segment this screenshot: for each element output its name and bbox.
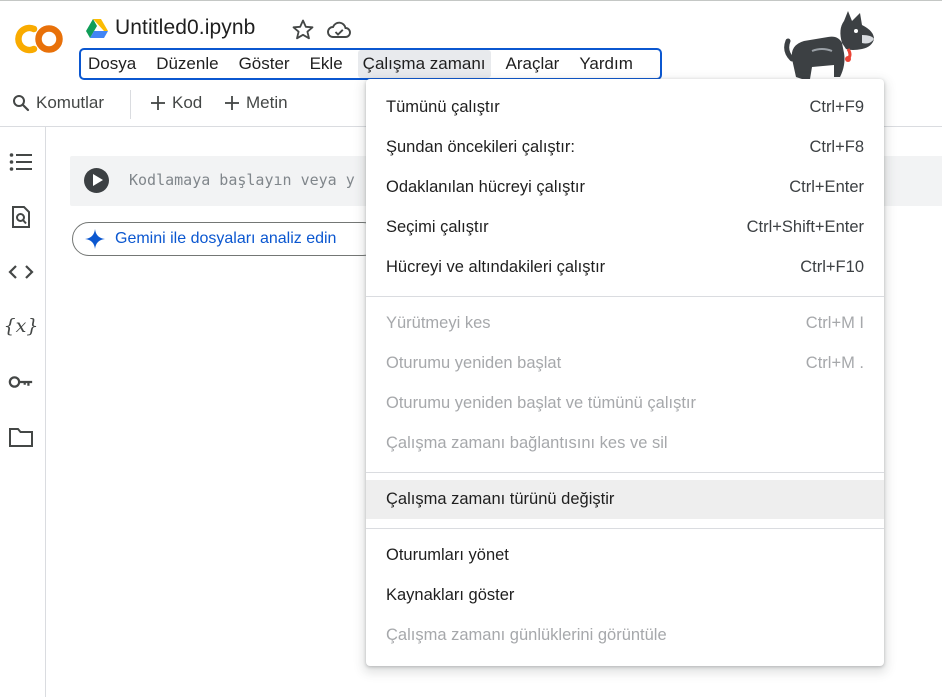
list-icon: [9, 153, 32, 171]
gemini-sparkle-icon: [85, 229, 105, 249]
menu-item-label: Seçimi çalıştır: [386, 218, 489, 236]
gemini-chip-label: Gemini ile dosyaları analiz edin: [115, 230, 337, 247]
menu-item-shortcut: Ctrl+Enter: [789, 178, 864, 196]
key-icon: [8, 376, 33, 388]
add-text-button[interactable]: Metin: [224, 93, 288, 113]
menu-item-view-runtime-logs: Çalışma zamanı günlüklerini görüntüle: [366, 619, 884, 652]
menu-item-label: Çalışma zamanı günlüklerini görüntüle: [386, 626, 667, 644]
menu-tools[interactable]: Araçlar: [501, 50, 565, 78]
colab-logo-icon[interactable]: [12, 21, 66, 57]
menu-item-disconnect-delete: Çalışma zamanı bağlantısını kes ve sil: [366, 427, 884, 460]
menu-item-change-runtime-type[interactable]: Çalışma zamanı türünü değiştir: [366, 480, 884, 519]
menu-item-run-before[interactable]: Şundan öncekileri çalıştır: Ctrl+F8: [366, 131, 884, 164]
app-header: Untitled0.ipynb Dosya Düzenle Göster Ekl…: [0, 0, 942, 82]
cell-editor-placeholder[interactable]: Kodlamaya başlayın veya y: [129, 171, 355, 189]
menu-runtime[interactable]: Çalışma zamanı: [357, 50, 491, 78]
menu-item-view-resources[interactable]: Kaynakları göster: [366, 579, 884, 612]
menu-item-label: Kaynakları göster: [386, 586, 515, 604]
side-rail: {x}: [0, 127, 46, 697]
files-button[interactable]: [8, 424, 34, 450]
menu-item-label: Çalışma zamanı bağlantısını kes ve sil: [386, 434, 668, 452]
toolbar-divider: [130, 90, 131, 119]
menu-edit[interactable]: Düzenle: [151, 50, 223, 78]
menu-item-run-focused-cell[interactable]: Odaklanılan hücreyi çalıştır Ctrl+Enter: [366, 171, 884, 204]
menu-item-restart-session: Oturumu yeniden başlat Ctrl+M .: [366, 347, 884, 380]
add-code-button[interactable]: Kod: [150, 93, 202, 113]
variables-button[interactable]: {x}: [4, 313, 39, 339]
search-doc-icon: [12, 206, 30, 228]
menu-help[interactable]: Yardım: [574, 50, 638, 78]
add-text-label: Metin: [246, 93, 288, 112]
menu-view[interactable]: Göster: [234, 50, 295, 78]
plus-icon: [151, 96, 165, 110]
menu-item-label: Oturumları yönet: [386, 546, 509, 564]
menu-item-shortcut: Ctrl+F10: [800, 258, 864, 276]
menu-divider: [366, 528, 884, 529]
find-replace-button[interactable]: [8, 204, 34, 230]
commands-button[interactable]: Komutlar: [12, 93, 104, 113]
menu-item-run-selection[interactable]: Seçimi çalıştır Ctrl+Shift+Enter: [366, 211, 884, 244]
folder-icon: [9, 428, 33, 447]
menu-item-manage-sessions[interactable]: Oturumları yönet: [366, 539, 884, 572]
menu-item-label: Şundan öncekileri çalıştır:: [386, 138, 575, 156]
menu-item-shortcut: Ctrl+M I: [805, 314, 864, 332]
variables-icon: {x}: [3, 315, 39, 337]
menu-item-label: Oturumu yeniden başlat ve tümünü çalıştı…: [386, 394, 696, 412]
code-snippets-button[interactable]: [8, 259, 34, 285]
secrets-button[interactable]: [8, 369, 34, 395]
cloud-saved-icon[interactable]: [326, 18, 352, 42]
menu-item-label: Tümünü çalıştır: [386, 98, 500, 116]
google-drive-icon[interactable]: [86, 18, 108, 38]
menu-item-label: Çalışma zamanı türünü değiştir: [386, 490, 615, 508]
gemini-analyze-files-button[interactable]: Gemini ile dosyaları analiz edin: [72, 222, 380, 256]
table-of-contents-button[interactable]: [8, 149, 34, 175]
menu-bar: Dosya Düzenle Göster Ekle Çalışma zamanı…: [79, 48, 662, 80]
menu-insert[interactable]: Ekle: [305, 50, 348, 78]
menu-item-restart-and-run-all: Oturumu yeniden başlat ve tümünü çalıştı…: [366, 387, 884, 420]
menu-file[interactable]: Dosya: [83, 50, 141, 78]
menu-item-interrupt: Yürütmeyi kes Ctrl+M I: [366, 307, 884, 340]
add-code-label: Kod: [172, 93, 203, 112]
search-icon: [13, 95, 30, 112]
star-icon[interactable]: [291, 18, 315, 42]
runtime-menu-dropdown: Tümünü çalıştır Ctrl+F9 Şundan öncekiler…: [366, 79, 884, 666]
dog-mascot-icon: [784, 11, 874, 79]
menu-item-label: Yürütmeyi kes: [386, 314, 491, 332]
menu-item-label: Odaklanılan hücreyi çalıştır: [386, 178, 586, 196]
menu-item-shortcut: Ctrl+F9: [809, 98, 864, 116]
run-cell-button[interactable]: [84, 168, 109, 193]
plus-icon: [225, 96, 239, 110]
menu-item-label: Oturumu yeniden başlat: [386, 354, 562, 372]
menu-item-run-all[interactable]: Tümünü çalıştır Ctrl+F9: [366, 91, 884, 124]
menu-divider: [366, 472, 884, 473]
menu-divider: [366, 296, 884, 297]
code-icon: [8, 265, 34, 279]
menu-item-run-after[interactable]: Hücreyi ve altındakileri çalıştır Ctrl+F…: [366, 251, 884, 284]
menu-item-shortcut: Ctrl+Shift+Enter: [746, 218, 864, 236]
notebook-title[interactable]: Untitled0.ipynb: [115, 16, 255, 40]
menu-item-shortcut: Ctrl+M .: [805, 354, 864, 372]
menu-item-shortcut: Ctrl+F8: [809, 138, 864, 156]
commands-label: Komutlar: [36, 93, 105, 112]
menu-item-label: Hücreyi ve altındakileri çalıştır: [386, 258, 606, 276]
